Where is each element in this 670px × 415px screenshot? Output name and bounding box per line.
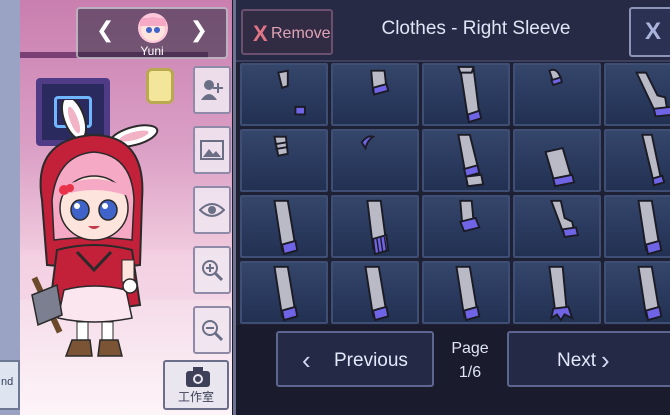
character-selector: ❮ ❯ Yuni — [76, 7, 228, 59]
camera-label: 工作室 — [177, 390, 214, 404]
item-slot-8[interactable] — [422, 129, 510, 192]
long-sleeve-tip-icon — [364, 265, 390, 322]
bent-sleeve-icon — [549, 199, 580, 239]
side-button-label: nd — [1, 376, 14, 388]
item-slot-4[interactable] — [513, 63, 601, 126]
wide-sleeve-icon — [544, 147, 576, 188]
long-sleeve-icon — [457, 65, 483, 124]
close-button[interactable]: X — [629, 7, 670, 57]
long-sleeve-tip-icon — [273, 265, 299, 322]
character-scene: nd ❮ ❯ Yuni 工作室 — [0, 0, 232, 415]
item-slot-10[interactable] — [604, 129, 670, 192]
chevron-left-icon: ‹ — [302, 345, 311, 375]
thin-hook-icon — [360, 135, 376, 151]
page-label: Page — [451, 340, 489, 357]
item-slot-2[interactable] — [331, 63, 419, 126]
item-slot-12[interactable] — [331, 195, 419, 258]
short-bell-icon — [459, 199, 481, 233]
next-character-icon[interactable]: ❯ — [190, 19, 208, 41]
character-name: Yuni — [140, 44, 164, 58]
long-sleeve-tip-icon — [637, 199, 663, 256]
eye-icon — [199, 203, 225, 217]
panel-header: X Remove Clothes - Right Sleeve X — [236, 0, 670, 62]
remove-x-icon: X — [253, 21, 268, 46]
add-character-button[interactable] — [193, 66, 231, 114]
long-sleeve-tip-icon — [455, 265, 481, 322]
remove-button[interactable]: X Remove — [241, 9, 333, 55]
game-screen: nd ❮ ❯ Yuni 工作室 X Remove Clothes - Right… — [0, 0, 670, 415]
visibility-button[interactable] — [193, 186, 231, 234]
room-lantern — [146, 68, 174, 104]
item-slot-20[interactable] — [604, 261, 670, 324]
previous-button[interactable]: ‹ Previous — [276, 331, 434, 387]
item-slot-3[interactable] — [422, 63, 510, 126]
next-button[interactable]: Next › — [507, 331, 670, 387]
studio-camera-button[interactable]: 工作室 — [163, 360, 229, 410]
character-avatar[interactable] — [22, 100, 172, 360]
long-sleeve-tip-icon — [273, 199, 299, 256]
remove-label: Remove — [271, 25, 331, 42]
lace-cuff-icon — [548, 265, 574, 322]
short-sleeve-icon — [370, 69, 390, 96]
image-icon — [200, 140, 224, 160]
close-icon: X — [645, 18, 662, 45]
item-slot-7[interactable] — [331, 129, 419, 192]
item-slot-16[interactable] — [240, 261, 328, 324]
item-slot-15[interactable] — [604, 195, 670, 258]
item-slot-14[interactable] — [513, 195, 601, 258]
item-slot-19[interactable] — [513, 261, 601, 324]
item-slot-9[interactable] — [513, 129, 601, 192]
item-slot-6[interactable] — [240, 129, 328, 192]
small-cuff-icon — [277, 69, 306, 116]
zoom-in-button[interactable] — [193, 246, 231, 294]
camera-icon — [186, 367, 210, 387]
zoom-out-button[interactable] — [193, 306, 231, 354]
panel-title: Clothes - Right Sleeve — [381, 18, 571, 39]
item-grid — [240, 63, 670, 325]
long-sleeve-ribbed-icon — [366, 199, 390, 256]
item-slot-5[interactable] — [604, 63, 670, 126]
background-button[interactable] — [193, 126, 231, 174]
panel-footer: ‹ Previous Page 1/6 Next › — [236, 325, 670, 415]
item-slot-17[interactable] — [331, 261, 419, 324]
frilled-glove-icon — [273, 135, 289, 157]
left-side-strip: nd — [0, 0, 20, 415]
item-slot-13[interactable] — [422, 195, 510, 258]
zoom-out-icon — [202, 320, 223, 341]
item-slot-1[interactable] — [240, 63, 328, 126]
previous-label: Previous — [334, 350, 408, 371]
banded-sleeve-icon — [457, 133, 485, 188]
character-thumbnail — [138, 13, 168, 43]
page-indicator: Page 1/6 — [434, 337, 506, 385]
zoom-in-icon — [202, 260, 223, 281]
frilled-cuff-icon — [635, 71, 670, 118]
previous-character-icon[interactable]: ❮ — [96, 19, 114, 41]
slim-sleeve-icon — [641, 133, 666, 187]
add-person-icon — [201, 80, 223, 100]
tiny-cap-icon — [548, 68, 563, 87]
item-slot-11[interactable] — [240, 195, 328, 258]
item-slot-18[interactable] — [422, 261, 510, 324]
chevron-right-icon: › — [601, 345, 610, 375]
wardrobe-panel: X Remove Clothes - Right Sleeve X ‹ Prev… — [233, 0, 670, 415]
next-label: Next — [557, 350, 597, 371]
long-sleeve-tip-icon — [637, 265, 663, 322]
page-value: 1/6 — [458, 364, 482, 381]
